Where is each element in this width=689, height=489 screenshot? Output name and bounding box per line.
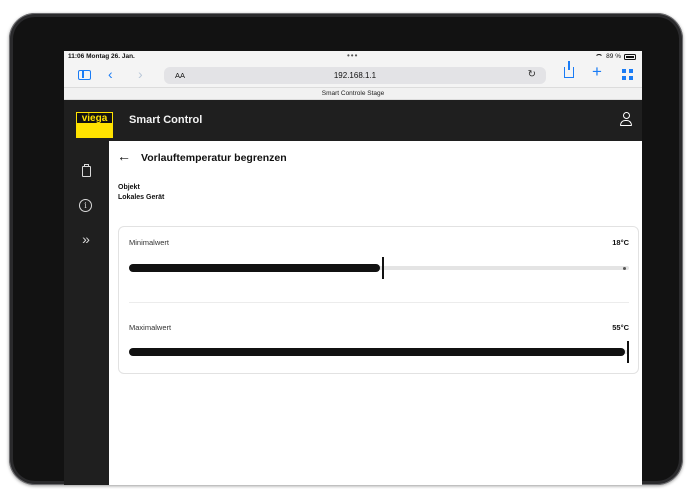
- multitask-dots[interactable]: •••: [347, 51, 358, 60]
- browser-toolbar: ‹ › AA 192.168.1.1 ↻ +: [64, 61, 642, 87]
- user-icon-body: [620, 120, 632, 126]
- max-label: Maximalwert: [129, 323, 172, 332]
- viega-logo[interactable]: viega: [76, 112, 113, 138]
- screen: 11:06 Montag 26. Jan. ••• 89 % ‹ › AA 19…: [64, 51, 642, 485]
- min-slider-thumb[interactable]: [382, 257, 384, 279]
- page-title: Vorlauftemperatur begrenzen: [141, 152, 287, 164]
- max-temperature-slider[interactable]: [129, 339, 629, 365]
- temperature-limits-card: Minimalwert 18°C Maximalwert 55°C: [118, 226, 639, 374]
- logo-text: viega: [76, 112, 113, 124]
- app-header: viega Smart Control: [64, 100, 642, 141]
- chevron-left-icon[interactable]: ‹: [108, 66, 113, 82]
- max-value: 55°C: [612, 323, 629, 332]
- tab-overview-icon[interactable]: [622, 69, 633, 80]
- new-tab-icon[interactable]: +: [592, 63, 602, 80]
- expand-double-chevron-icon[interactable]: »: [78, 231, 94, 247]
- min-value: 18°C: [612, 238, 629, 247]
- tab-title[interactable]: Smart Controle Stage: [64, 87, 642, 100]
- tablet-frame: 11:06 Montag 26. Jan. ••• 89 % ‹ › AA 19…: [9, 13, 683, 485]
- max-slider-thumb[interactable]: [627, 341, 629, 363]
- clipboard-icon[interactable]: [78, 164, 94, 180]
- clipboard-board: [82, 166, 91, 177]
- url-text: 192.168.1.1: [333, 71, 377, 80]
- status-time-text: 11:06: [68, 53, 85, 60]
- user-icon[interactable]: [620, 112, 632, 128]
- address-bar[interactable]: AA 192.168.1.1 ↻: [164, 67, 546, 84]
- min-slider-end-dot: [623, 266, 626, 270]
- card-divider: [129, 302, 629, 303]
- status-right: 89 %: [595, 53, 636, 60]
- side-navigation: i »: [64, 141, 109, 485]
- user-icon-head: [623, 112, 630, 119]
- sidebar-toggle-icon[interactable]: [78, 70, 91, 80]
- info-icon[interactable]: i: [78, 198, 94, 214]
- min-label: Minimalwert: [129, 238, 170, 247]
- clipboard-clip: [84, 164, 89, 167]
- info-ring: i: [79, 199, 92, 212]
- reload-icon[interactable]: ↻: [528, 69, 536, 80]
- battery-icon: [624, 53, 636, 60]
- status-time: 11:06 Montag 26. Jan.: [68, 53, 135, 60]
- status-date-text: Montag 26. Jan.: [86, 53, 135, 60]
- min-temperature-slider[interactable]: [129, 255, 629, 281]
- object-label: Objekt: [118, 184, 140, 191]
- share-icon[interactable]: [564, 61, 574, 78]
- min-slider-fill: [129, 264, 380, 272]
- back-arrow-icon[interactable]: ←: [117, 149, 131, 163]
- wifi-icon: [595, 54, 604, 59]
- main-content: ← Vorlauftemperatur begrenzen Objekt Lok…: [109, 141, 642, 485]
- object-value: Lokales Gerät: [118, 194, 165, 201]
- chevron-right-icon[interactable]: ›: [138, 66, 143, 82]
- status-bar: 11:06 Montag 26. Jan. ••• 89 %: [64, 51, 642, 63]
- max-slider-fill: [129, 348, 625, 356]
- battery-percent: 89 %: [606, 53, 621, 60]
- app-title: Smart Control: [129, 114, 203, 126]
